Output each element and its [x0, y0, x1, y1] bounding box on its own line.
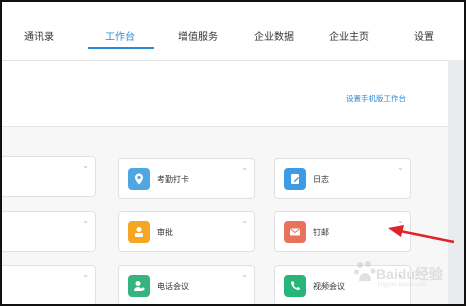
nav-divider — [2, 60, 464, 61]
tab-enterprise-homepage[interactable]: 企业主页 — [329, 28, 369, 43]
chevron-down-icon[interactable]: ⌄ — [82, 162, 89, 170]
tab-contacts[interactable]: 通讯录 — [24, 28, 54, 43]
person-phone-icon — [128, 275, 150, 297]
mobile-workbench-settings-link[interactable]: 设置手机版工作台 — [346, 93, 406, 104]
chevron-down-icon[interactable]: ⌄ — [397, 164, 404, 172]
paw-logo-icon — [354, 261, 376, 281]
app-card-cropped[interactable]: ⌄ — [2, 211, 96, 252]
app-card-cropped[interactable]: ⌄ — [2, 156, 96, 197]
app-label: 日志 — [313, 175, 329, 184]
watermark-brand: Baidu经验 — [376, 266, 443, 282]
video-phone-icon — [284, 275, 306, 297]
active-tab-indicator — [88, 47, 154, 49]
tab-value-added-services[interactable]: 增值服务 — [178, 28, 218, 43]
watermark-url: jingyan.baidu.com — [378, 282, 427, 288]
app-label: 审批 — [157, 228, 173, 237]
baidu-watermark: Baidu经验 jingyan.baidu.com — [354, 254, 462, 294]
app-card-phone-conference[interactable]: 电话会议 ⌄ — [118, 265, 255, 304]
app-window: 通讯录 工作台 增值服务 企业数据 企业主页 设置 设置手机版工作台 ⌄ ⌄ ⌄… — [0, 0, 466, 306]
tab-settings[interactable]: 设置 — [414, 28, 434, 43]
app-label: 电话会议 — [157, 282, 189, 291]
tab-workbench[interactable]: 工作台 — [105, 28, 135, 43]
chevron-down-icon[interactable]: ⌄ — [241, 164, 248, 172]
chevron-down-icon[interactable]: ⌄ — [241, 217, 248, 225]
app-card-attendance[interactable]: 考勤打卡 ⌄ — [118, 158, 255, 199]
location-pin-icon — [128, 168, 150, 190]
app-card-cropped[interactable]: ⌄ — [2, 265, 96, 304]
chevron-down-icon[interactable]: ⌄ — [82, 217, 89, 225]
app-label: 考勤打卡 — [157, 175, 189, 184]
app-card-approval[interactable]: 审批 ⌄ — [118, 211, 255, 252]
person-stamp-icon — [128, 221, 150, 243]
envelope-icon — [284, 221, 306, 243]
tab-enterprise-data[interactable]: 企业数据 — [254, 28, 294, 43]
chevron-down-icon[interactable]: ⌄ — [82, 271, 89, 279]
annotation-arrow-icon — [388, 225, 455, 244]
app-label: 钉邮 — [313, 228, 329, 237]
app-card-log[interactable]: 日志 ⌄ — [274, 158, 411, 199]
chevron-down-icon[interactable]: ⌄ — [241, 271, 248, 279]
notebook-edit-icon — [284, 168, 306, 190]
app-label: 视频会议 — [313, 282, 345, 291]
top-navigation: 通讯录 工作台 增值服务 企业数据 企业主页 设置 — [2, 2, 464, 60]
